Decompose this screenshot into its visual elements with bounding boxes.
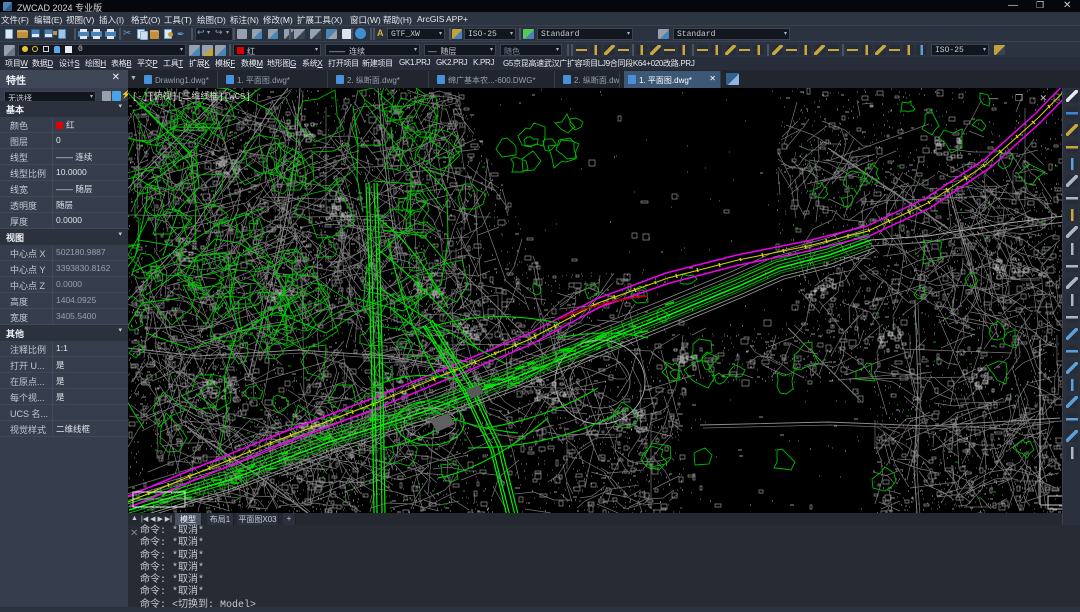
svg-text:[-][俯视][二维线框][WCS]: [-][俯视][二维线框][WCS] <box>132 90 251 102</box>
